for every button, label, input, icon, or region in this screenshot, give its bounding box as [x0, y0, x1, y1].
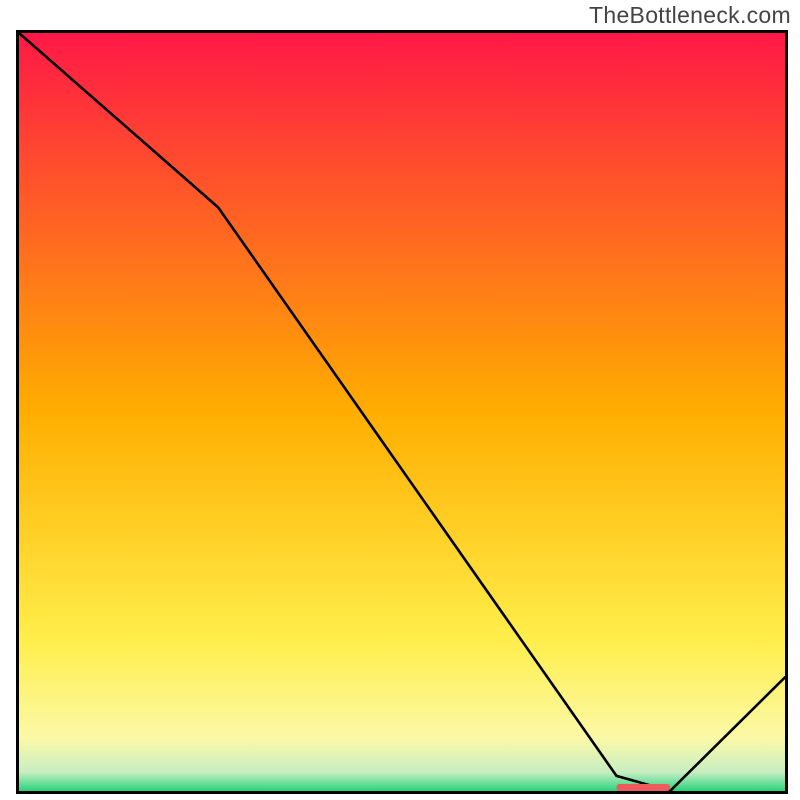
chart-plot-area — [16, 30, 788, 794]
chart-svg — [19, 33, 785, 791]
chart-stage: TheBottleneck.com — [0, 0, 800, 800]
chart-background — [19, 33, 785, 791]
attribution-label: TheBottleneck.com — [589, 2, 791, 29]
chart-marker — [616, 784, 670, 791]
